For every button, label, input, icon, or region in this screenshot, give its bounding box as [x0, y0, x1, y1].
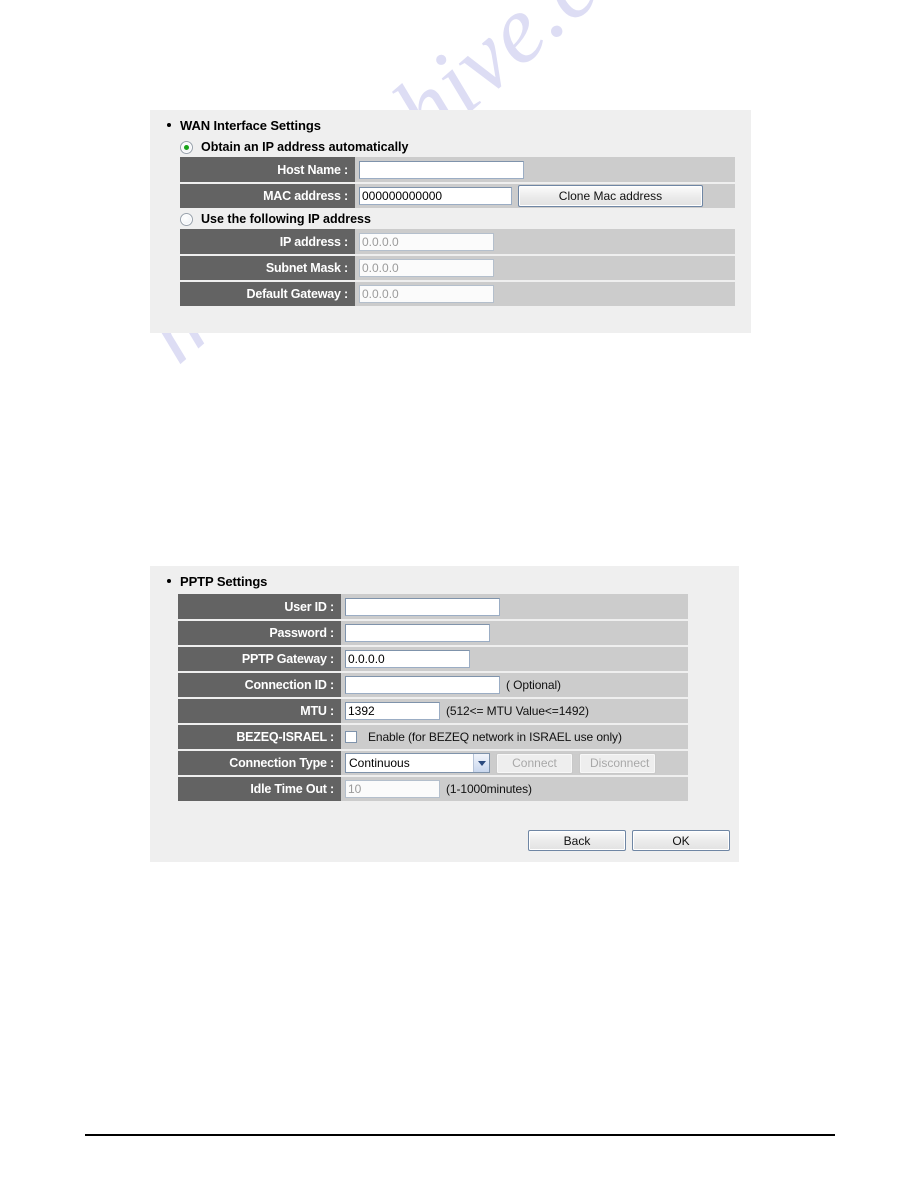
wan-static-fields-table: IP address : Subnet Mask : Default Gatew… [180, 229, 735, 308]
back-button[interactable]: Back [528, 830, 626, 851]
pptp-gateway-cell [341, 646, 688, 673]
ip-address-input[interactable] [359, 232, 494, 251]
table-row: MAC address : Clone Mac address [180, 183, 735, 210]
connection-id-hint: ( Optional) [506, 678, 561, 692]
table-row: User ID : [178, 594, 688, 621]
table-row: Connection ID : ( Optional) [178, 672, 688, 699]
bezeq-israel-checkbox[interactable] [345, 731, 357, 743]
table-row: IP address : [180, 229, 735, 256]
connection-type-cell: ContinuousConnect on DemandManual Connec… [341, 750, 688, 777]
pptp-settings-panel: PPTP Settings User ID : Password : PPTP … [150, 566, 739, 862]
table-row: Connection Type : ContinuousConnect on D… [178, 750, 688, 777]
user-id-cell [341, 594, 688, 621]
pptp-fields-table: User ID : Password : PPTP Gateway : 0.0.… [178, 594, 688, 803]
wan-interface-settings-panel: WAN Interface Settings Obtain an IP addr… [150, 110, 751, 333]
table-row: Default Gateway : [180, 281, 735, 308]
host-name-cell [355, 157, 735, 184]
mtu-input[interactable] [345, 702, 440, 720]
wan-dhcp-fields-table: Host Name : MAC address : Clone Mac addr… [180, 157, 735, 210]
connection-type-label: Connection Type : [178, 750, 341, 777]
default-gateway-input[interactable] [359, 285, 494, 303]
bezeq-israel-cell: Enable (for BEZEQ network in ISRAEL use … [341, 724, 688, 751]
connection-id-cell: ( Optional) [341, 672, 688, 699]
mtu-hint: (512<= MTU Value<=1492) [446, 704, 589, 718]
table-row: Host Name : [180, 157, 735, 184]
ok-button[interactable]: OK [632, 830, 730, 851]
user-id-input[interactable] [345, 597, 500, 616]
table-row: MTU : (512<= MTU Value<=1492) [178, 698, 688, 725]
idle-time-out-cell: (1-1000minutes) [341, 776, 688, 803]
disconnect-button[interactable]: Disconnect [579, 752, 656, 774]
table-row: BEZEQ-ISRAEL : Enable (for BEZEQ network… [178, 724, 688, 751]
mac-address-label: MAC address : [180, 183, 355, 210]
pptp-section-title: PPTP Settings [150, 566, 739, 594]
connection-type-select-wrap[interactable]: ContinuousConnect on DemandManual [345, 753, 490, 773]
password-input[interactable] [345, 624, 490, 642]
bullet-icon [167, 579, 171, 583]
wan-section-title: WAN Interface Settings [150, 110, 751, 138]
table-row: Password : [178, 620, 688, 647]
user-id-label: User ID : [178, 594, 341, 621]
idle-time-out-hint: (1-1000minutes) [446, 782, 532, 796]
ip-address-cell [355, 229, 735, 256]
radio-obtain-ip-automatically[interactable]: Obtain an IP address automatically [150, 138, 751, 157]
clone-mac-address-button[interactable]: Clone Mac address [518, 185, 703, 207]
radio-use-following-ip[interactable]: Use the following IP address [150, 210, 751, 229]
subnet-mask-cell [355, 255, 735, 282]
connection-type-select[interactable]: ContinuousConnect on DemandManual [345, 753, 490, 773]
connection-id-input[interactable] [345, 676, 500, 694]
radio-button-icon-unselected[interactable] [180, 212, 193, 226]
mtu-cell: (512<= MTU Value<=1492) [341, 698, 688, 725]
subnet-mask-input[interactable] [359, 259, 494, 277]
pptp-gateway-input[interactable] [345, 650, 470, 668]
wan-section-title-label: WAN Interface Settings [180, 118, 321, 133]
ip-address-label: IP address : [180, 229, 355, 256]
default-gateway-cell [355, 281, 735, 308]
mac-address-input[interactable] [359, 187, 512, 205]
default-gateway-label: Default Gateway : [180, 281, 355, 308]
radio-use-following-ip-label: Use the following IP address [201, 212, 371, 226]
bullet-icon [167, 123, 171, 127]
connect-button[interactable]: Connect [496, 752, 573, 774]
idle-time-out-label: Idle Time Out : [178, 776, 341, 803]
idle-time-out-input[interactable] [345, 780, 440, 798]
subnet-mask-label: Subnet Mask : [180, 255, 355, 282]
connection-id-label: Connection ID : [178, 672, 341, 699]
pptp-gateway-label: PPTP Gateway : [178, 646, 341, 673]
password-label: Password : [178, 620, 341, 647]
radio-button-icon-selected[interactable] [180, 140, 193, 154]
page-footer-divider [85, 1134, 835, 1136]
host-name-input[interactable] [359, 160, 524, 179]
password-cell [341, 620, 688, 647]
bezeq-israel-checkbox-label: Enable (for BEZEQ network in ISRAEL use … [368, 730, 622, 744]
mac-address-cell: Clone Mac address [355, 183, 735, 210]
host-name-label: Host Name : [180, 157, 355, 184]
bezeq-israel-label: BEZEQ-ISRAEL : [178, 724, 341, 751]
mtu-label: MTU : [178, 698, 341, 725]
pptp-section-title-label: PPTP Settings [180, 574, 268, 589]
table-row: PPTP Gateway : [178, 646, 688, 673]
action-bar: Back OK [528, 830, 730, 851]
radio-obtain-ip-label: Obtain an IP address automatically [201, 140, 409, 154]
table-row: Subnet Mask : [180, 255, 735, 282]
table-row: Idle Time Out : (1-1000minutes) [178, 776, 688, 803]
